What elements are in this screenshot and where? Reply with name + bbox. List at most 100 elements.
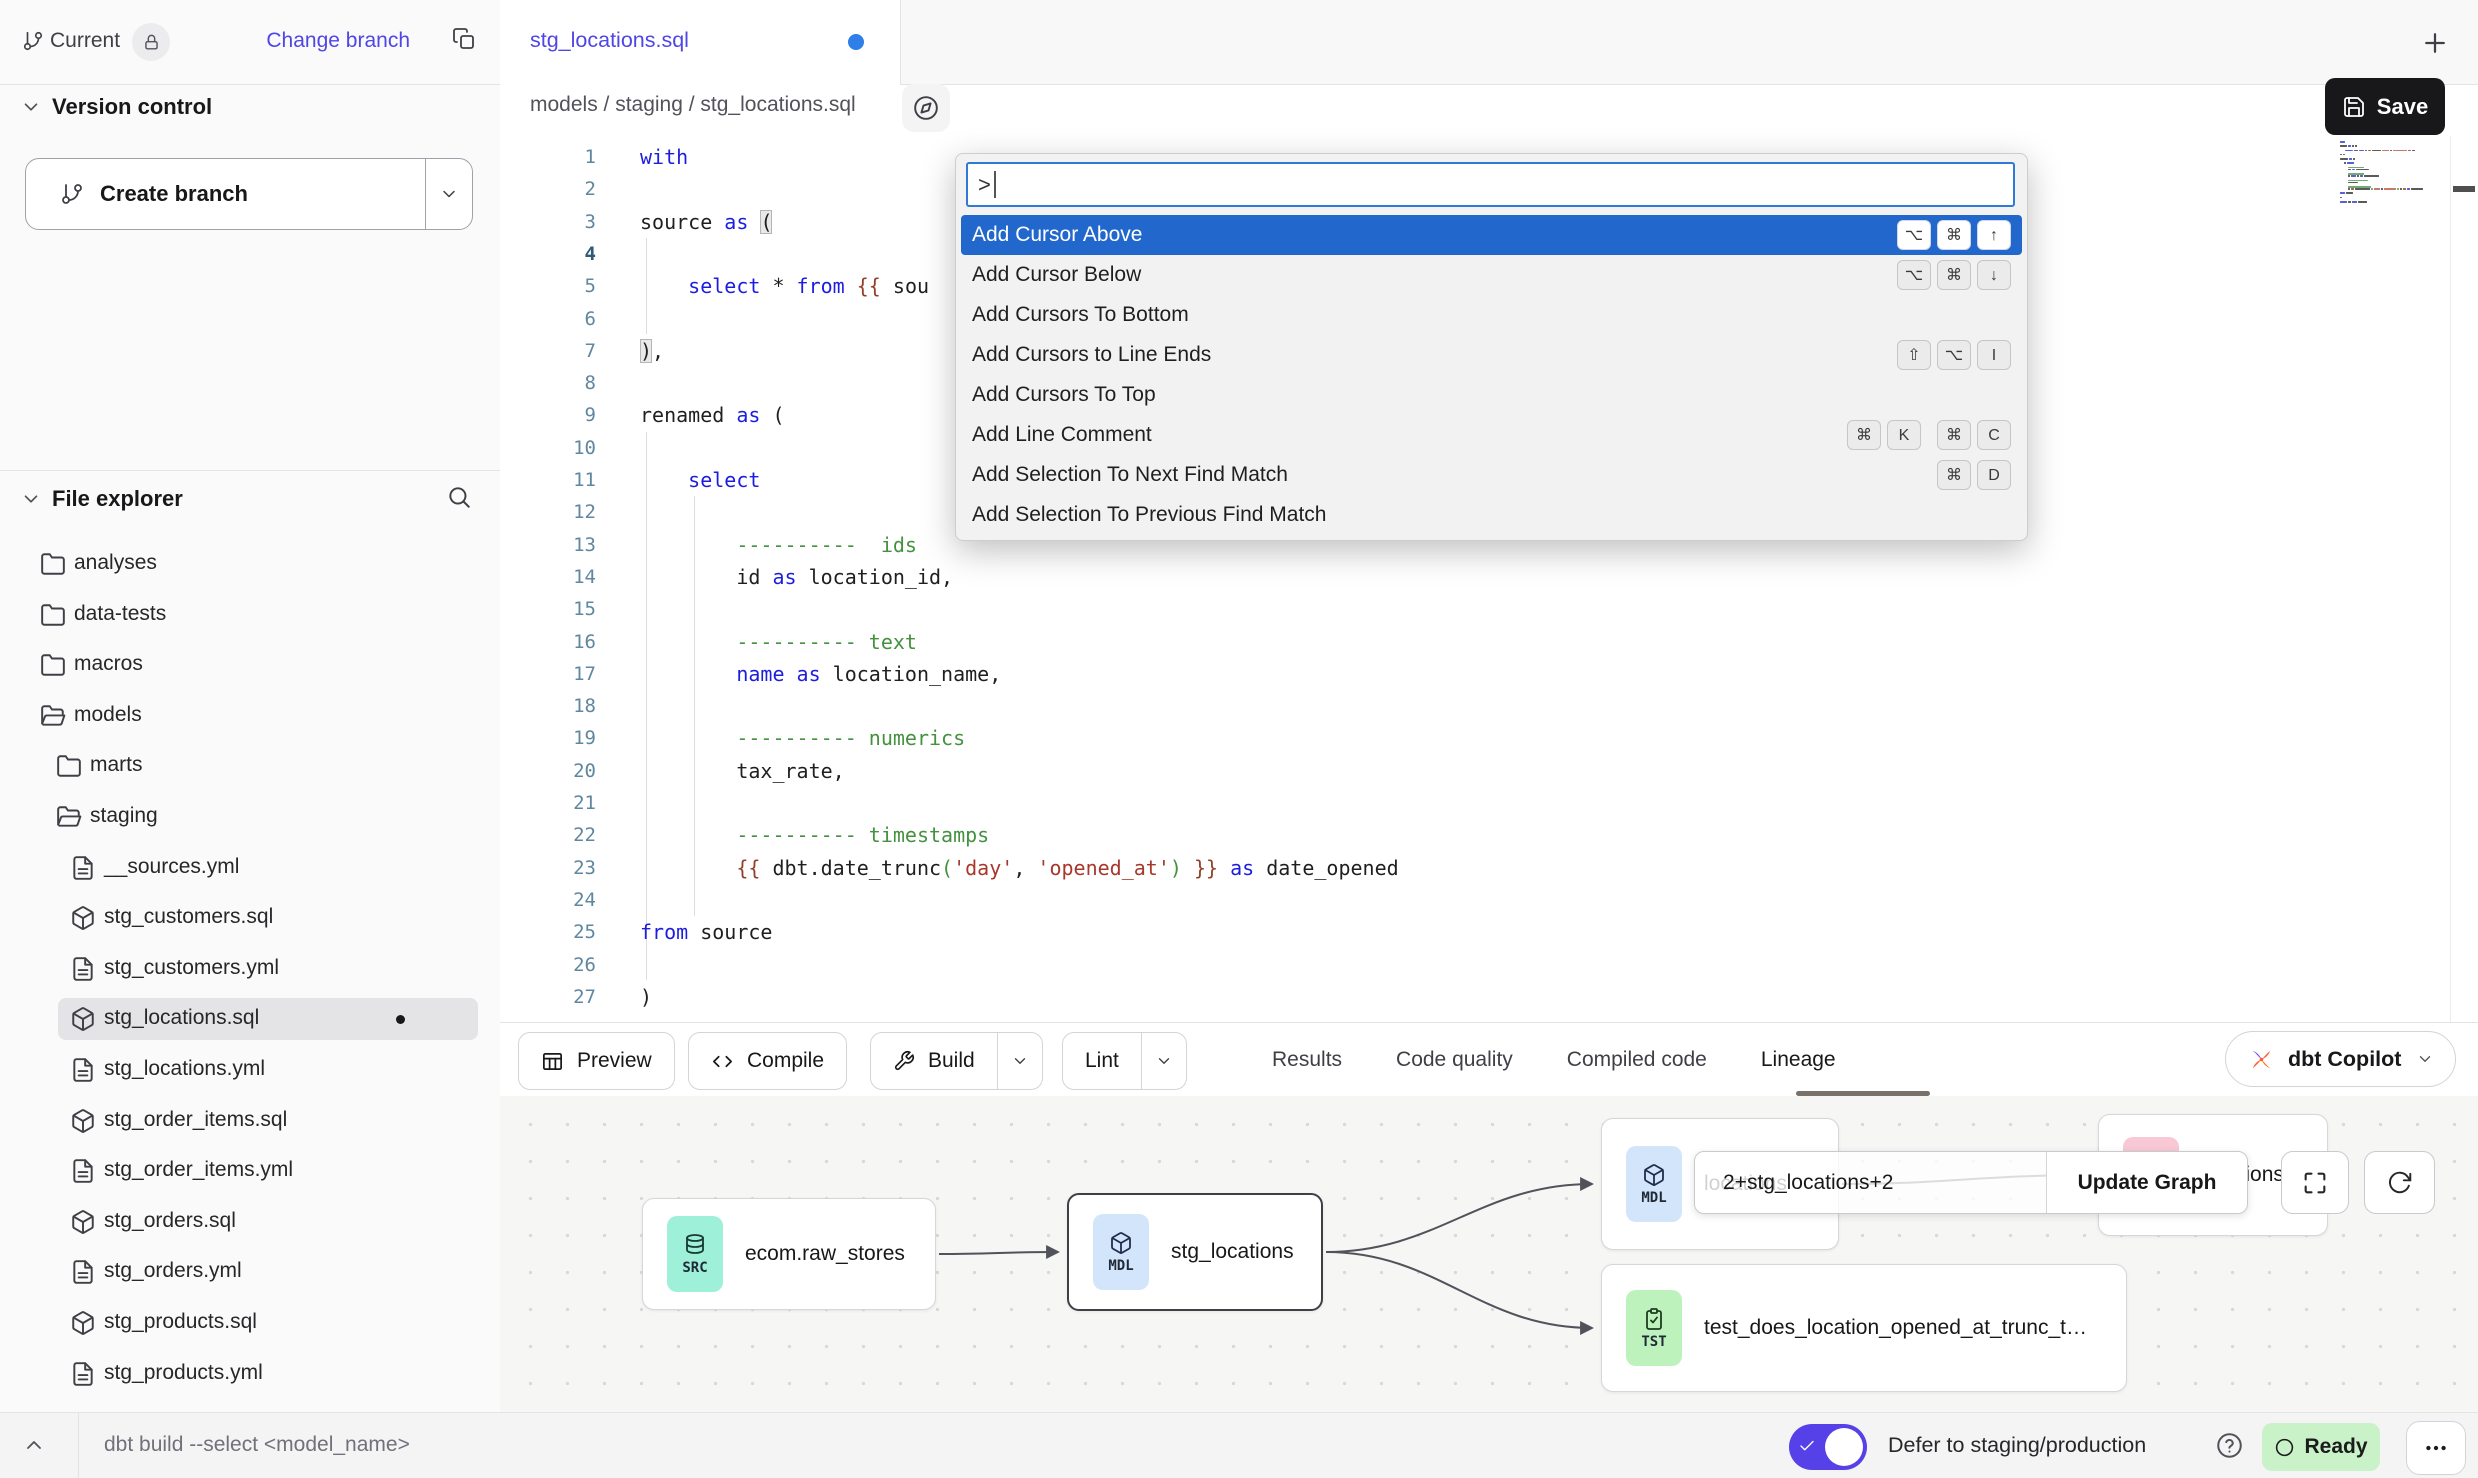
- code-line-27: 27): [500, 981, 2330, 1014]
- create-branch-label: Create branch: [100, 181, 248, 207]
- palette-item-label: Add Cursor Below: [972, 263, 1141, 287]
- new-tab-button[interactable]: [2420, 28, 2450, 58]
- lock-icon: [142, 33, 161, 52]
- file-tree-item-macros[interactable]: macros: [0, 644, 500, 686]
- create-branch-button[interactable]: Create branch: [25, 158, 473, 230]
- defer-toggle[interactable]: [1789, 1424, 1867, 1470]
- file-tree-item-stg-locations-yml[interactable]: stg_locations.yml: [0, 1049, 500, 1091]
- palette-item-add-line-comment[interactable]: Add Line Comment⌘K⌘C: [956, 415, 2027, 455]
- file-icon: [70, 1361, 96, 1387]
- command-palette-input[interactable]: >: [966, 162, 2015, 207]
- lineage-graph-panel[interactable]: SRCecom.raw_storesMDLstg_locationsMDLloc…: [500, 1096, 2478, 1412]
- lint-dropdown[interactable]: [1141, 1033, 1186, 1089]
- expand-command-panel-button[interactable]: [22, 1433, 46, 1457]
- file-tree-item-stg-order-items-yml[interactable]: stg_order_items.yml: [0, 1150, 500, 1192]
- palette-item-add-cursor-below[interactable]: Add Cursor Below⌥⌘↓: [956, 255, 2027, 295]
- file-tree-item-data-tests[interactable]: data-tests: [0, 594, 500, 636]
- file-tree-item-stg-products-yml[interactable]: stg_products.yml: [0, 1353, 500, 1395]
- file-tree-item-models[interactable]: models: [0, 695, 500, 737]
- palette-item-label: Add Line Comment: [972, 423, 1152, 447]
- palette-item-add-selection-to-next-find-match[interactable]: Add Selection To Next Find Match⌘D: [956, 455, 2027, 495]
- file-icon: [70, 1158, 96, 1184]
- search-icon[interactable]: [446, 484, 472, 510]
- minimap[interactable]: [2340, 141, 2435, 203]
- help-icon[interactable]: [2216, 1432, 2243, 1459]
- file-tree-item-stg-customers-sql[interactable]: stg_customers.sql: [0, 897, 500, 939]
- line-number: 21: [500, 787, 596, 820]
- save-button[interactable]: Save: [2325, 78, 2445, 135]
- palette-item-add-cursors-to-line-ends[interactable]: Add Cursors to Line Ends⇧⌥I: [956, 335, 2027, 375]
- refresh-graph-button[interactable]: [2364, 1151, 2435, 1214]
- change-branch-link[interactable]: Change branch: [266, 29, 410, 53]
- palette-item-add-selection-to-previous-find-match[interactable]: Add Selection To Previous Find Match: [956, 495, 2027, 535]
- lineage-node-model-stg-locations[interactable]: MDLstg_locations: [1067, 1193, 1323, 1311]
- file-explorer-section-header[interactable]: File explorer: [0, 480, 500, 520]
- build-button[interactable]: Build: [870, 1032, 1043, 1090]
- palette-item-add-cursor-above[interactable]: Add Cursor Above ⌥⌘↑: [961, 215, 2022, 255]
- lint-label: Lint: [1085, 1049, 1119, 1073]
- defer-label: Defer to staging/production: [1888, 1413, 2146, 1477]
- check-icon: [1798, 1437, 1816, 1455]
- code-line-20: 20 tax_rate,: [500, 755, 2330, 788]
- palette-item-label: Add Selection To Next Find Match: [972, 463, 1288, 487]
- tab-compiled-code[interactable]: Compiled code: [1567, 1048, 1707, 1072]
- update-graph-button[interactable]: Update Graph: [2046, 1152, 2247, 1213]
- fullscreen-button[interactable]: [2281, 1151, 2349, 1214]
- node-type-badge: MDL: [1626, 1146, 1682, 1222]
- line-number: 26: [500, 949, 596, 982]
- file-tree-item-staging[interactable]: staging: [0, 796, 500, 838]
- file-tree-item-stg-locations-sql[interactable]: stg_locations.sql: [0, 998, 500, 1040]
- chevron-down-icon: [1155, 1052, 1173, 1070]
- palette-item-add-cursors-to-bottom[interactable]: Add Cursors To Bottom: [956, 295, 2027, 335]
- line-number: 7: [500, 335, 596, 368]
- line-number: 13: [500, 529, 596, 562]
- tab-lineage[interactable]: Lineage: [1761, 1048, 1836, 1072]
- more-options-button[interactable]: [2406, 1421, 2466, 1475]
- text-cursor: [994, 171, 996, 198]
- lineage-node-test-does-location-opened[interactable]: TSTtest_does_location_opened_at_trunc_t…: [1601, 1264, 2127, 1392]
- minimap-line: [2340, 201, 2435, 203]
- lineage-selector-input[interactable]: 2+stg_locations+2: [1695, 1152, 2046, 1213]
- status-circle-icon: [2274, 1437, 2295, 1458]
- tab-results[interactable]: Results: [1272, 1048, 1342, 1072]
- palette-item-add-selection-to-all-find-matches[interactable]: Add Selection To All Find Matches: [956, 535, 2027, 541]
- preview-button[interactable]: Preview: [518, 1032, 675, 1090]
- dbt-copilot-button[interactable]: dbt Copilot: [2225, 1031, 2456, 1087]
- command-input[interactable]: dbt build --select <model_name>: [104, 1413, 410, 1477]
- chevron-down-icon: [20, 96, 42, 118]
- palette-item-label: Add Cursor Above: [972, 223, 1142, 247]
- palette-item-add-cursors-to-top[interactable]: Add Cursors To Top: [956, 375, 2027, 415]
- current-branch-label: Current: [50, 29, 120, 53]
- file-tree-item-stg-customers-yml[interactable]: stg_customers.yml: [0, 948, 500, 990]
- ellipsis-icon: [2423, 1435, 2449, 1461]
- folder-icon: [56, 753, 82, 779]
- file-tree-item-stg-orders-yml[interactable]: stg_orders.yml: [0, 1251, 500, 1293]
- file-tree-item-marts[interactable]: marts: [0, 745, 500, 787]
- file-tree-item-stg-orders-sql[interactable]: stg_orders.sql: [0, 1201, 500, 1243]
- shortcut-key-group: ⌥⌘↑: [1897, 220, 2011, 250]
- database-icon: [683, 1233, 707, 1257]
- chevron-down-icon: [2416, 1050, 2434, 1068]
- key-cap: D: [1977, 460, 2011, 490]
- file-tree-item--sources-yml[interactable]: __sources.yml: [0, 847, 500, 889]
- key-cap: ⌘: [1937, 260, 1971, 290]
- file-tree-item-analyses[interactable]: analyses: [0, 543, 500, 585]
- copy-icon[interactable]: [452, 27, 476, 51]
- overview-ruler[interactable]: [2450, 136, 2478, 1022]
- compile-button[interactable]: Compile: [688, 1032, 847, 1090]
- line-number: 18: [500, 690, 596, 723]
- file-tree-item-stg-order-items-sql[interactable]: stg_order_items.sql: [0, 1100, 500, 1142]
- create-branch-dropdown[interactable]: [425, 159, 472, 229]
- lineage-node-source-ecom-raw-stores[interactable]: SRCecom.raw_stores: [642, 1198, 936, 1310]
- cube-icon: [70, 1108, 96, 1134]
- build-dropdown[interactable]: [997, 1033, 1042, 1089]
- file-tree-item-stg-products-sql[interactable]: stg_products.sql: [0, 1302, 500, 1344]
- code-line-24: 24: [500, 884, 2330, 917]
- tab-stg-locations-sql[interactable]: stg_locations.sql: [500, 0, 901, 85]
- navigate-button[interactable]: [902, 84, 950, 132]
- version-control-section-header[interactable]: Version control: [0, 88, 500, 128]
- lint-button[interactable]: Lint: [1062, 1032, 1187, 1090]
- tab-code-quality[interactable]: Code quality: [1396, 1048, 1513, 1072]
- file-icon: [70, 956, 96, 982]
- clipboard-icon: [1642, 1307, 1666, 1331]
